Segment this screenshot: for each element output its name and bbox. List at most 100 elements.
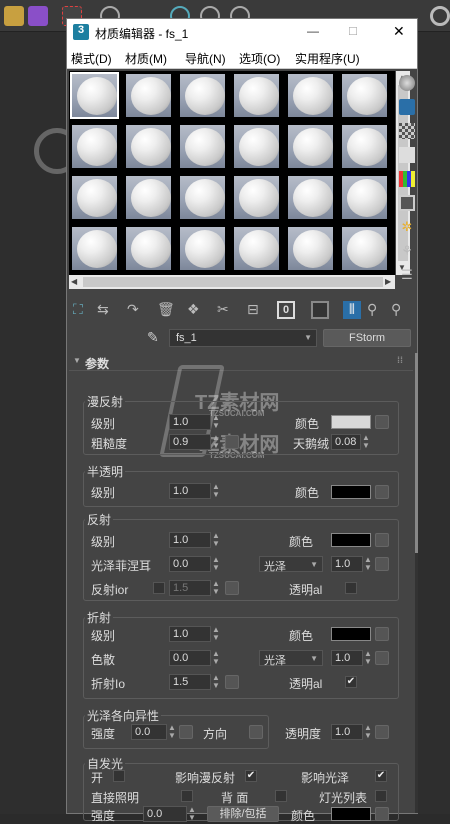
refraction-gloss-spinner[interactable]: 1.0 <box>331 650 363 666</box>
sample-slot[interactable] <box>232 72 281 119</box>
opacity-spinner[interactable]: 1.0 <box>331 724 363 740</box>
reset-map-icon[interactable]: 🗑 <box>157 301 175 319</box>
reflection-ior-spinner[interactable]: 1.5 <box>169 580 211 596</box>
reflection-gloss-map-button[interactable] <box>375 557 389 571</box>
refraction-level-spinner[interactable]: 1.0 <box>169 626 211 642</box>
diffuse-roughness-arrows[interactable]: ▲ ▼ <box>211 434 221 450</box>
reflection-fresnel-arrows[interactable]: ▲ ▼ <box>211 556 221 572</box>
reflection-level-spinner[interactable]: 1.0 <box>169 532 211 548</box>
make-unique-icon[interactable]: ✂ <box>217 301 235 319</box>
make-preview-icon[interactable] <box>399 195 415 211</box>
sample-slot[interactable] <box>70 225 119 272</box>
go-forward-to-sibling-icon[interactable]: ⚲ <box>391 301 409 319</box>
menu-options[interactable]: 选项(O) <box>239 50 280 67</box>
app-icon[interactable] <box>4 6 24 26</box>
menu-material[interactable]: 材质(M) <box>125 50 167 67</box>
material-id-channel-icon[interactable]: 0 <box>277 301 295 319</box>
refraction-gloss-map-button[interactable] <box>375 651 389 665</box>
anisotropy-strength-arrows[interactable]: ▲ ▼ <box>167 724 177 740</box>
sample-slot[interactable] <box>232 174 281 221</box>
select-by-material-icon[interactable]: ⚘ <box>399 243 415 259</box>
sample-slot[interactable] <box>340 225 389 272</box>
refraction-gloss-arrows[interactable]: ▲ ▼ <box>363 650 373 666</box>
sample-slot[interactable] <box>124 123 173 170</box>
put-to-scene-icon[interactable]: ⇆ <box>97 301 115 319</box>
sample-type-icon[interactable] <box>399 75 415 91</box>
translucency-color-swatch[interactable] <box>331 485 371 499</box>
go-to-parent-icon[interactable]: ⚲ <box>367 301 385 319</box>
close-button[interactable]: ✕ <box>393 23 405 40</box>
horizontal-scrollbar[interactable]: ◀ ▶ <box>69 275 395 289</box>
refraction-dispersion-spinner[interactable]: 0.0 <box>169 650 211 666</box>
emission-light-list-checkbox[interactable] <box>375 790 387 802</box>
refraction-color-swatch[interactable] <box>331 627 371 641</box>
sample-slot[interactable] <box>340 123 389 170</box>
sample-slot[interactable] <box>286 225 335 272</box>
sample-slot[interactable] <box>178 174 227 221</box>
refraction-gloss-mode-dropdown[interactable]: 光泽 ▼ <box>259 650 323 667</box>
uv-tiling-icon[interactable] <box>399 147 415 163</box>
refraction-level-arrows[interactable]: ▲ ▼ <box>211 626 221 642</box>
sample-slot[interactable] <box>70 72 119 119</box>
assign-to-selection-icon[interactable]: ↷ <box>127 301 145 319</box>
reflection-color-map-button[interactable] <box>375 533 389 547</box>
emission-color-map-button[interactable] <box>375 807 389 821</box>
rollout-header[interactable]: ▼ 参数 ⁞⁞ <box>69 353 413 371</box>
material-type-button[interactable]: FStorm <box>323 329 411 347</box>
show-shaded-material-icon[interactable] <box>311 301 329 319</box>
translucency-level-spinner[interactable]: 1.0 <box>169 483 211 499</box>
diffuse-level-arrows[interactable]: ▲ ▼ <box>211 414 221 430</box>
options-icon[interactable]: ✲ <box>399 219 415 235</box>
diffuse-velvet-arrows[interactable]: ▲ ▼ <box>361 434 371 450</box>
refraction-ior-spinner[interactable]: 1.5 <box>169 674 211 690</box>
anisotropy-strength-map-button[interactable] <box>179 725 193 739</box>
sample-slot[interactable] <box>232 225 281 272</box>
diffuse-roughness-map-button[interactable] <box>225 435 239 449</box>
emission-strength-arrows[interactable]: ▲ ▼ <box>187 806 197 822</box>
reflection-gloss-arrows[interactable]: ▲ ▼ <box>363 556 373 572</box>
gear-icon[interactable] <box>430 6 450 26</box>
sample-slot[interactable] <box>340 174 389 221</box>
reflection-color-swatch[interactable] <box>331 533 371 547</box>
params-scroll-thumb[interactable] <box>415 353 418 553</box>
backlight-icon[interactable] <box>399 99 415 115</box>
material-name-field[interactable]: fs_1 ▼ <box>169 329 317 347</box>
menu-navigation[interactable]: 导航(N) <box>185 50 226 67</box>
sample-slot[interactable] <box>178 225 227 272</box>
refraction-ior-map-button[interactable] <box>225 675 239 689</box>
refraction-ior-arrows[interactable]: ▲ ▼ <box>211 674 221 690</box>
diffuse-roughness-spinner[interactable]: 0.9 <box>169 434 211 450</box>
sample-slot[interactable] <box>70 123 119 170</box>
make-copy-icon[interactable]: ❖ <box>187 301 205 319</box>
anisotropy-strength-spinner[interactable]: 0.0 <box>131 724 167 740</box>
app-logo-icon[interactable] <box>28 6 48 26</box>
sample-slot[interactable] <box>286 123 335 170</box>
emission-affect-gloss-checkbox[interactable]: ✔ <box>375 770 387 782</box>
sample-slot[interactable] <box>286 174 335 221</box>
emission-color-swatch[interactable] <box>331 807 371 821</box>
menu-mode[interactable]: 模式(D) <box>71 50 112 67</box>
translucency-level-arrows[interactable]: ▲ ▼ <box>211 483 221 499</box>
refraction-transparent-checkbox[interactable]: ✔ <box>345 676 357 688</box>
reflection-ior-checkbox[interactable] <box>153 582 165 594</box>
scroll-left-icon[interactable]: ◀ <box>71 277 77 286</box>
diffuse-velvet-spinner[interactable]: 0.08 <box>331 434 361 450</box>
menu-utilities[interactable]: 实用程序(U) <box>295 50 360 67</box>
minimize-button[interactable]: — <box>307 24 319 38</box>
sample-slot[interactable] <box>286 72 335 119</box>
eyedropper-icon[interactable]: ✎ <box>147 329 159 346</box>
reflection-gloss-spinner[interactable]: 1.0 <box>331 556 363 572</box>
exclude-include-button[interactable]: 排除/包括 <box>207 806 279 822</box>
emission-affect-diffuse-checkbox[interactable]: ✔ <box>245 770 257 782</box>
sample-slot[interactable] <box>124 72 173 119</box>
params-scrollbar[interactable] <box>415 353 418 813</box>
emission-strength-spinner[interactable]: 0.0 <box>143 806 187 822</box>
reflection-level-arrows[interactable]: ▲ ▼ <box>211 532 221 548</box>
show-end-result-icon[interactable]: ⫴ <box>343 301 361 319</box>
diffuse-level-spinner[interactable]: 1.0 <box>169 414 211 430</box>
reflection-gloss-mode-dropdown[interactable]: 光泽 ▼ <box>259 556 323 573</box>
opacity-map-button[interactable] <box>375 725 389 739</box>
emission-back-checkbox[interactable] <box>275 790 287 802</box>
get-material-icon[interactable]: ⛶ <box>73 301 91 319</box>
reflection-fresnel-spinner[interactable]: 0.0 <box>169 556 211 572</box>
